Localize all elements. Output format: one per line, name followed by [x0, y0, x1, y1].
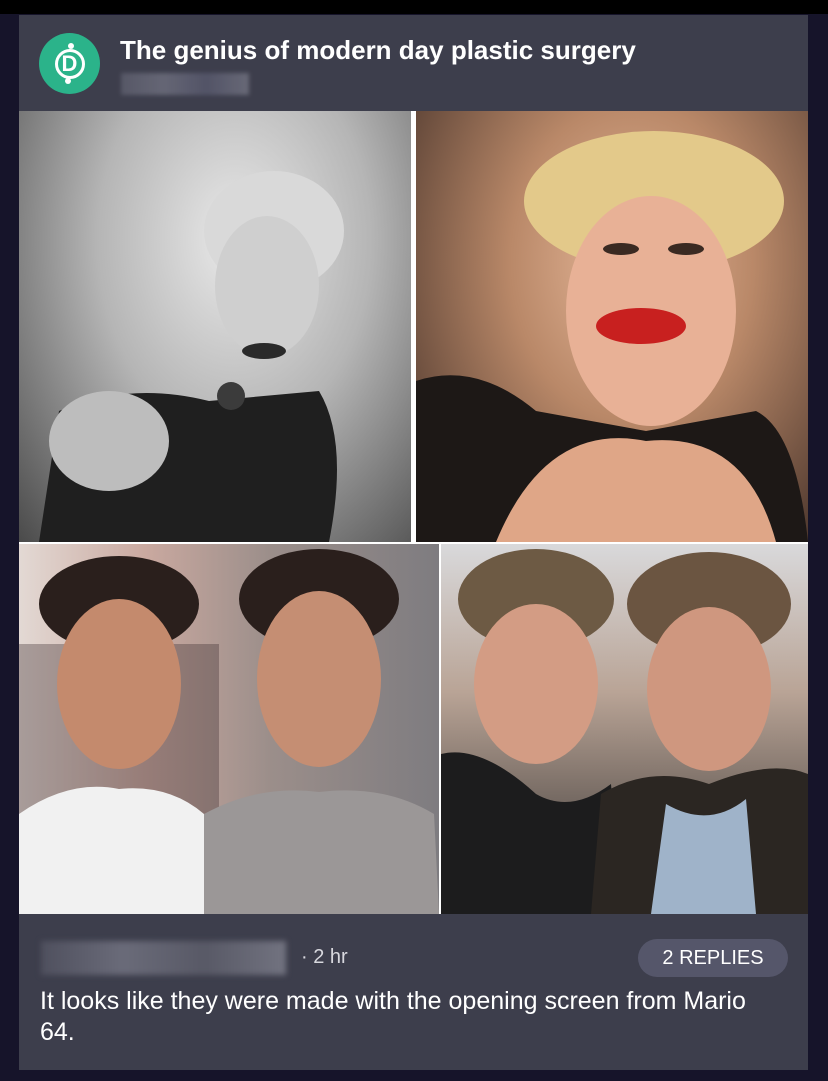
post-header: D The genius of modern day plastic surge…: [19, 15, 808, 111]
blurred-commenter-name: [41, 941, 286, 975]
photo-twins-before: [19, 544, 439, 914]
avatar-letter: D: [54, 48, 85, 79]
top-status-bar: [0, 0, 828, 14]
replies-button[interactable]: 2 REPLIES: [638, 939, 788, 977]
image-divider: [411, 111, 416, 542]
image-divider: [19, 542, 808, 544]
avatar-dot-icon: [65, 78, 71, 84]
photo-woman-after: [416, 111, 808, 542]
twins-before-illustration: [19, 549, 439, 914]
twins-after-illustration: [441, 549, 808, 914]
post-image[interactable]: [19, 111, 808, 914]
woman-before-illustration: [39, 171, 344, 542]
comment-text: It looks like they were made with the op…: [40, 987, 746, 1046]
blurred-author-name: [121, 73, 249, 95]
community-avatar[interactable]: D: [39, 33, 100, 94]
image-divider: [439, 544, 441, 914]
post-title[interactable]: The genius of modern day plastic surgery: [120, 35, 636, 66]
comment-timestamp: · 2 hr: [301, 946, 348, 968]
woman-after-illustration: [416, 131, 808, 542]
photo-woman-before: [19, 111, 411, 542]
post-card: D The genius of modern day plastic surge…: [19, 15, 808, 1070]
comment-section: · 2 hr 2 REPLIES It looks like they were…: [19, 914, 808, 1070]
avatar-dot-icon: [68, 43, 74, 49]
photo-twins-after: [441, 544, 808, 914]
